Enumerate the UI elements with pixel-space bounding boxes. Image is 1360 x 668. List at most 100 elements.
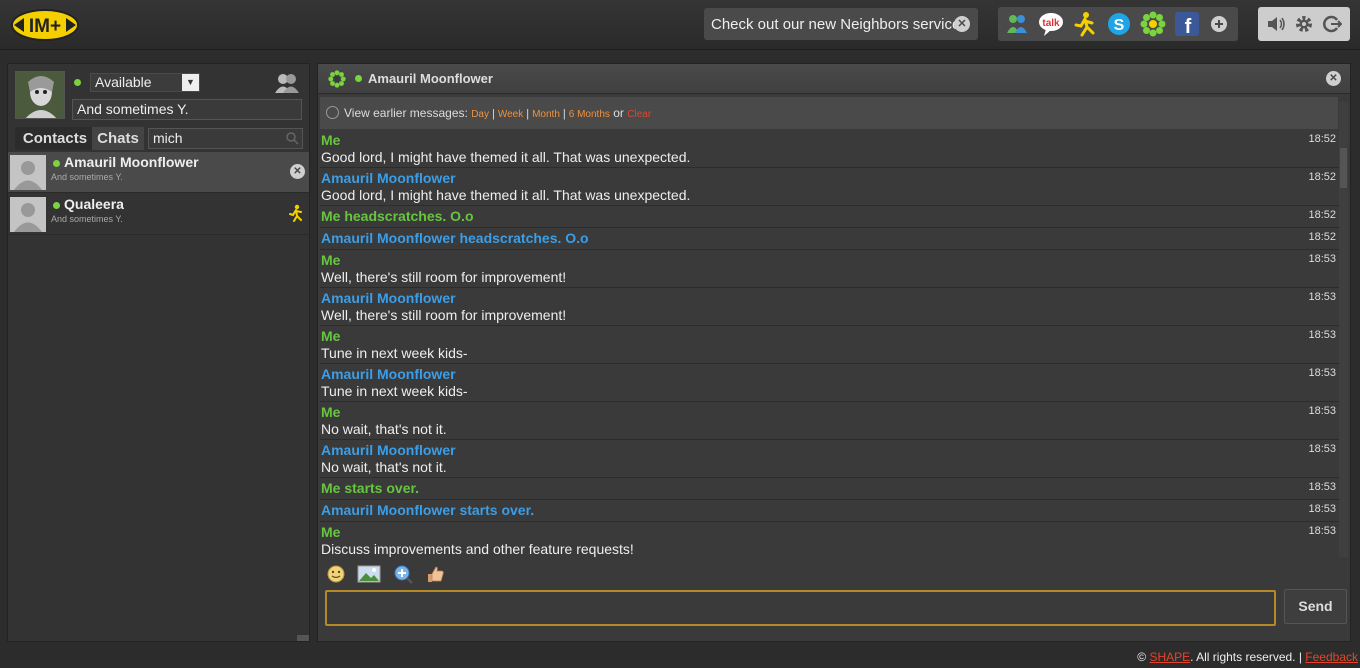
status-message-field[interactable]: And sometimes Y. (72, 99, 302, 120)
promo-text[interactable]: Check out our new Neighbors service! (711, 16, 964, 33)
message-item: Me Tune in next week kids- 18:53 (320, 326, 1340, 364)
search-value: mich (153, 130, 183, 146)
message-sender: Me starts over. (321, 480, 420, 496)
message-text: Tune in next week kids- (321, 383, 468, 399)
message-item: Me Discuss improvements and other featur… (320, 522, 1340, 557)
image-icon[interactable] (357, 564, 381, 584)
add-contact-icon[interactable] (274, 72, 300, 94)
message-list: Me Good lord, I might have themed it all… (320, 130, 1340, 557)
message-time: 18:53 (1308, 367, 1336, 379)
message-sender: Amauril Moonflower headscratches. O.o (321, 230, 589, 246)
logo-text: IM+ (29, 16, 61, 37)
message-item: Amauril Moonflower Well, there's still r… (320, 288, 1340, 326)
icq-icon (328, 70, 346, 88)
contact-avatar (10, 155, 46, 190)
msn-icon[interactable] (1004, 11, 1030, 37)
message-sender: Me (321, 404, 341, 420)
send-button[interactable]: Send (1284, 589, 1347, 624)
message-item: Amauril Moonflower No wait, that's not i… (320, 440, 1340, 478)
contact-avatar (10, 197, 46, 232)
clock-icon (326, 106, 339, 119)
close-promo-icon[interactable]: ✕ (954, 16, 970, 32)
message-text: Good lord, I might have themed it all. T… (321, 149, 691, 165)
skype-icon[interactable]: S (1106, 11, 1132, 37)
message-item: Me headscratches. O.o 18:52 (320, 206, 1340, 228)
scrollbar[interactable] (1339, 102, 1348, 557)
tab-chats[interactable]: Chats (92, 127, 144, 150)
im-plus-logo[interactable]: IM+ (10, 8, 80, 42)
aim-icon[interactable] (1072, 11, 1098, 37)
contact-item-amauril[interactable]: Amauril Moonflower And sometimes Y. ✕ (8, 152, 309, 193)
history-or-text: or (613, 106, 624, 120)
gtalk-icon[interactable]: talk (1038, 11, 1064, 37)
chat-title: Amauril Moonflower (368, 71, 493, 86)
history-bar: View earlier messages: Day | Week | Month | 6 … (320, 97, 1338, 129)
contact-status: And sometimes Y. (51, 172, 123, 182)
search-icon[interactable] (285, 131, 299, 145)
feedback-link[interactable]: Feedback (1305, 650, 1358, 664)
message-time: 18:53 (1308, 525, 1336, 537)
message-item: Me starts over. 18:53 (320, 478, 1340, 500)
zoom-icon[interactable] (393, 564, 413, 584)
shape-link[interactable]: SHAPE (1149, 650, 1190, 664)
emoticon-icon[interactable] (326, 564, 346, 584)
chevron-down-icon[interactable]: ▼ (182, 74, 199, 91)
system-buttons (1258, 7, 1350, 41)
message-sender: Amauril Moonflower (321, 442, 456, 458)
svg-text:S: S (1114, 17, 1125, 34)
user-avatar[interactable] (15, 71, 65, 119)
scrollbar-thumb[interactable] (1340, 148, 1347, 188)
search-input[interactable]: mich (148, 128, 303, 149)
message-text: Well, there's still room for improvement… (321, 307, 567, 323)
facebook-icon[interactable]: f (1174, 11, 1200, 38)
logout-icon[interactable] (1322, 14, 1343, 34)
close-chat-icon[interactable]: ✕ (1326, 71, 1341, 86)
message-item: Me Well, there's still room for improvem… (320, 250, 1340, 288)
scrollbar[interactable] (297, 635, 309, 641)
contact-item-qualeera[interactable]: Qualeera And sometimes Y. (8, 194, 309, 235)
status-select[interactable]: Available ▼ (90, 73, 200, 92)
chat-header: Amauril Moonflower ✕ (318, 64, 1350, 94)
history-week-link[interactable]: Week (498, 109, 523, 120)
history-month-link[interactable]: Month (532, 109, 560, 120)
message-text: No wait, that's not it. (321, 421, 447, 437)
online-status-dot (53, 160, 60, 167)
message-text: Tune in next week kids- (321, 345, 468, 361)
message-sender: Amauril Moonflower (321, 290, 456, 306)
add-service-icon[interactable] (1210, 15, 1228, 33)
settings-gear-icon[interactable] (1294, 14, 1314, 34)
contact-name: Qualeera (64, 196, 124, 212)
contact-name: Amauril Moonflower (64, 154, 199, 170)
message-sender: Me (321, 524, 341, 540)
message-time: 18:53 (1308, 329, 1336, 341)
message-text: Good lord, I might have themed it all. T… (321, 187, 691, 203)
thumbs-up-icon[interactable] (425, 564, 445, 584)
message-time: 18:52 (1308, 209, 1336, 221)
aim-icon (288, 204, 304, 222)
message-time: 18:53 (1308, 503, 1336, 515)
contacts-panel: Available ▼ And sometimes Y. Contacts Ch… (7, 63, 310, 642)
message-item: Amauril Moonflower headscratches. O.o 18… (320, 228, 1340, 250)
services-bar: talk S f (998, 7, 1238, 41)
message-time: 18:53 (1308, 253, 1336, 265)
rights-text: . All rights reserved. | (1190, 650, 1302, 664)
sound-icon[interactable] (1266, 14, 1286, 34)
message-time: 18:53 (1308, 405, 1336, 417)
chat-window: Amauril Moonflower ✕ View earlier messag… (317, 63, 1351, 642)
message-sender: Me (321, 132, 341, 148)
message-time: 18:53 (1308, 443, 1336, 455)
tab-contacts[interactable]: Contacts (15, 127, 95, 150)
message-item: Me Good lord, I might have themed it all… (320, 130, 1340, 168)
message-text: No wait, that's not it. (321, 459, 447, 475)
history-6months-link[interactable]: 6 Months (569, 109, 610, 120)
history-label: View earlier messages: (344, 106, 468, 120)
history-day-link[interactable]: Day (471, 109, 489, 120)
promo-banner[interactable]: Check out our new Neighbors service! ✕ (704, 8, 978, 40)
message-text: Well, there's still room for improvement… (321, 269, 567, 285)
history-clear-link[interactable]: Clear (627, 109, 651, 120)
message-sender: Me (321, 328, 341, 344)
message-sender: Amauril Moonflower starts over. (321, 502, 535, 518)
close-chat-icon[interactable]: ✕ (290, 164, 305, 179)
message-input[interactable] (325, 590, 1276, 626)
icq-icon[interactable] (1140, 11, 1166, 37)
